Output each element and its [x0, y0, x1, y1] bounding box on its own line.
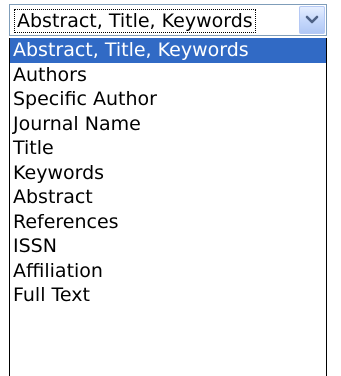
- option-full-text[interactable]: Full Text: [10, 283, 326, 308]
- option-issn[interactable]: ISSN: [10, 234, 326, 259]
- select-current-value: Abstract, Title, Keywords: [14, 9, 256, 33]
- option-affiliation[interactable]: Affiliation: [10, 259, 326, 284]
- option-abstract[interactable]: Abstract: [10, 185, 326, 210]
- option-journal-name[interactable]: Journal Name: [10, 112, 326, 137]
- search-field-select[interactable]: Abstract, Title, Keywords: [9, 4, 327, 36]
- option-abstract-title-keywords[interactable]: Abstract, Title, Keywords: [10, 38, 326, 63]
- dropdown-button[interactable]: [299, 6, 325, 34]
- option-authors[interactable]: Authors: [10, 63, 326, 88]
- dropdown-options-list: Abstract, Title, Keywords Authors Specif…: [9, 38, 327, 376]
- option-specific-author[interactable]: Specific Author: [10, 87, 326, 112]
- option-keywords[interactable]: Keywords: [10, 161, 326, 186]
- chevron-down-icon: [305, 15, 319, 24]
- option-title[interactable]: Title: [10, 136, 326, 161]
- option-references[interactable]: References: [10, 210, 326, 235]
